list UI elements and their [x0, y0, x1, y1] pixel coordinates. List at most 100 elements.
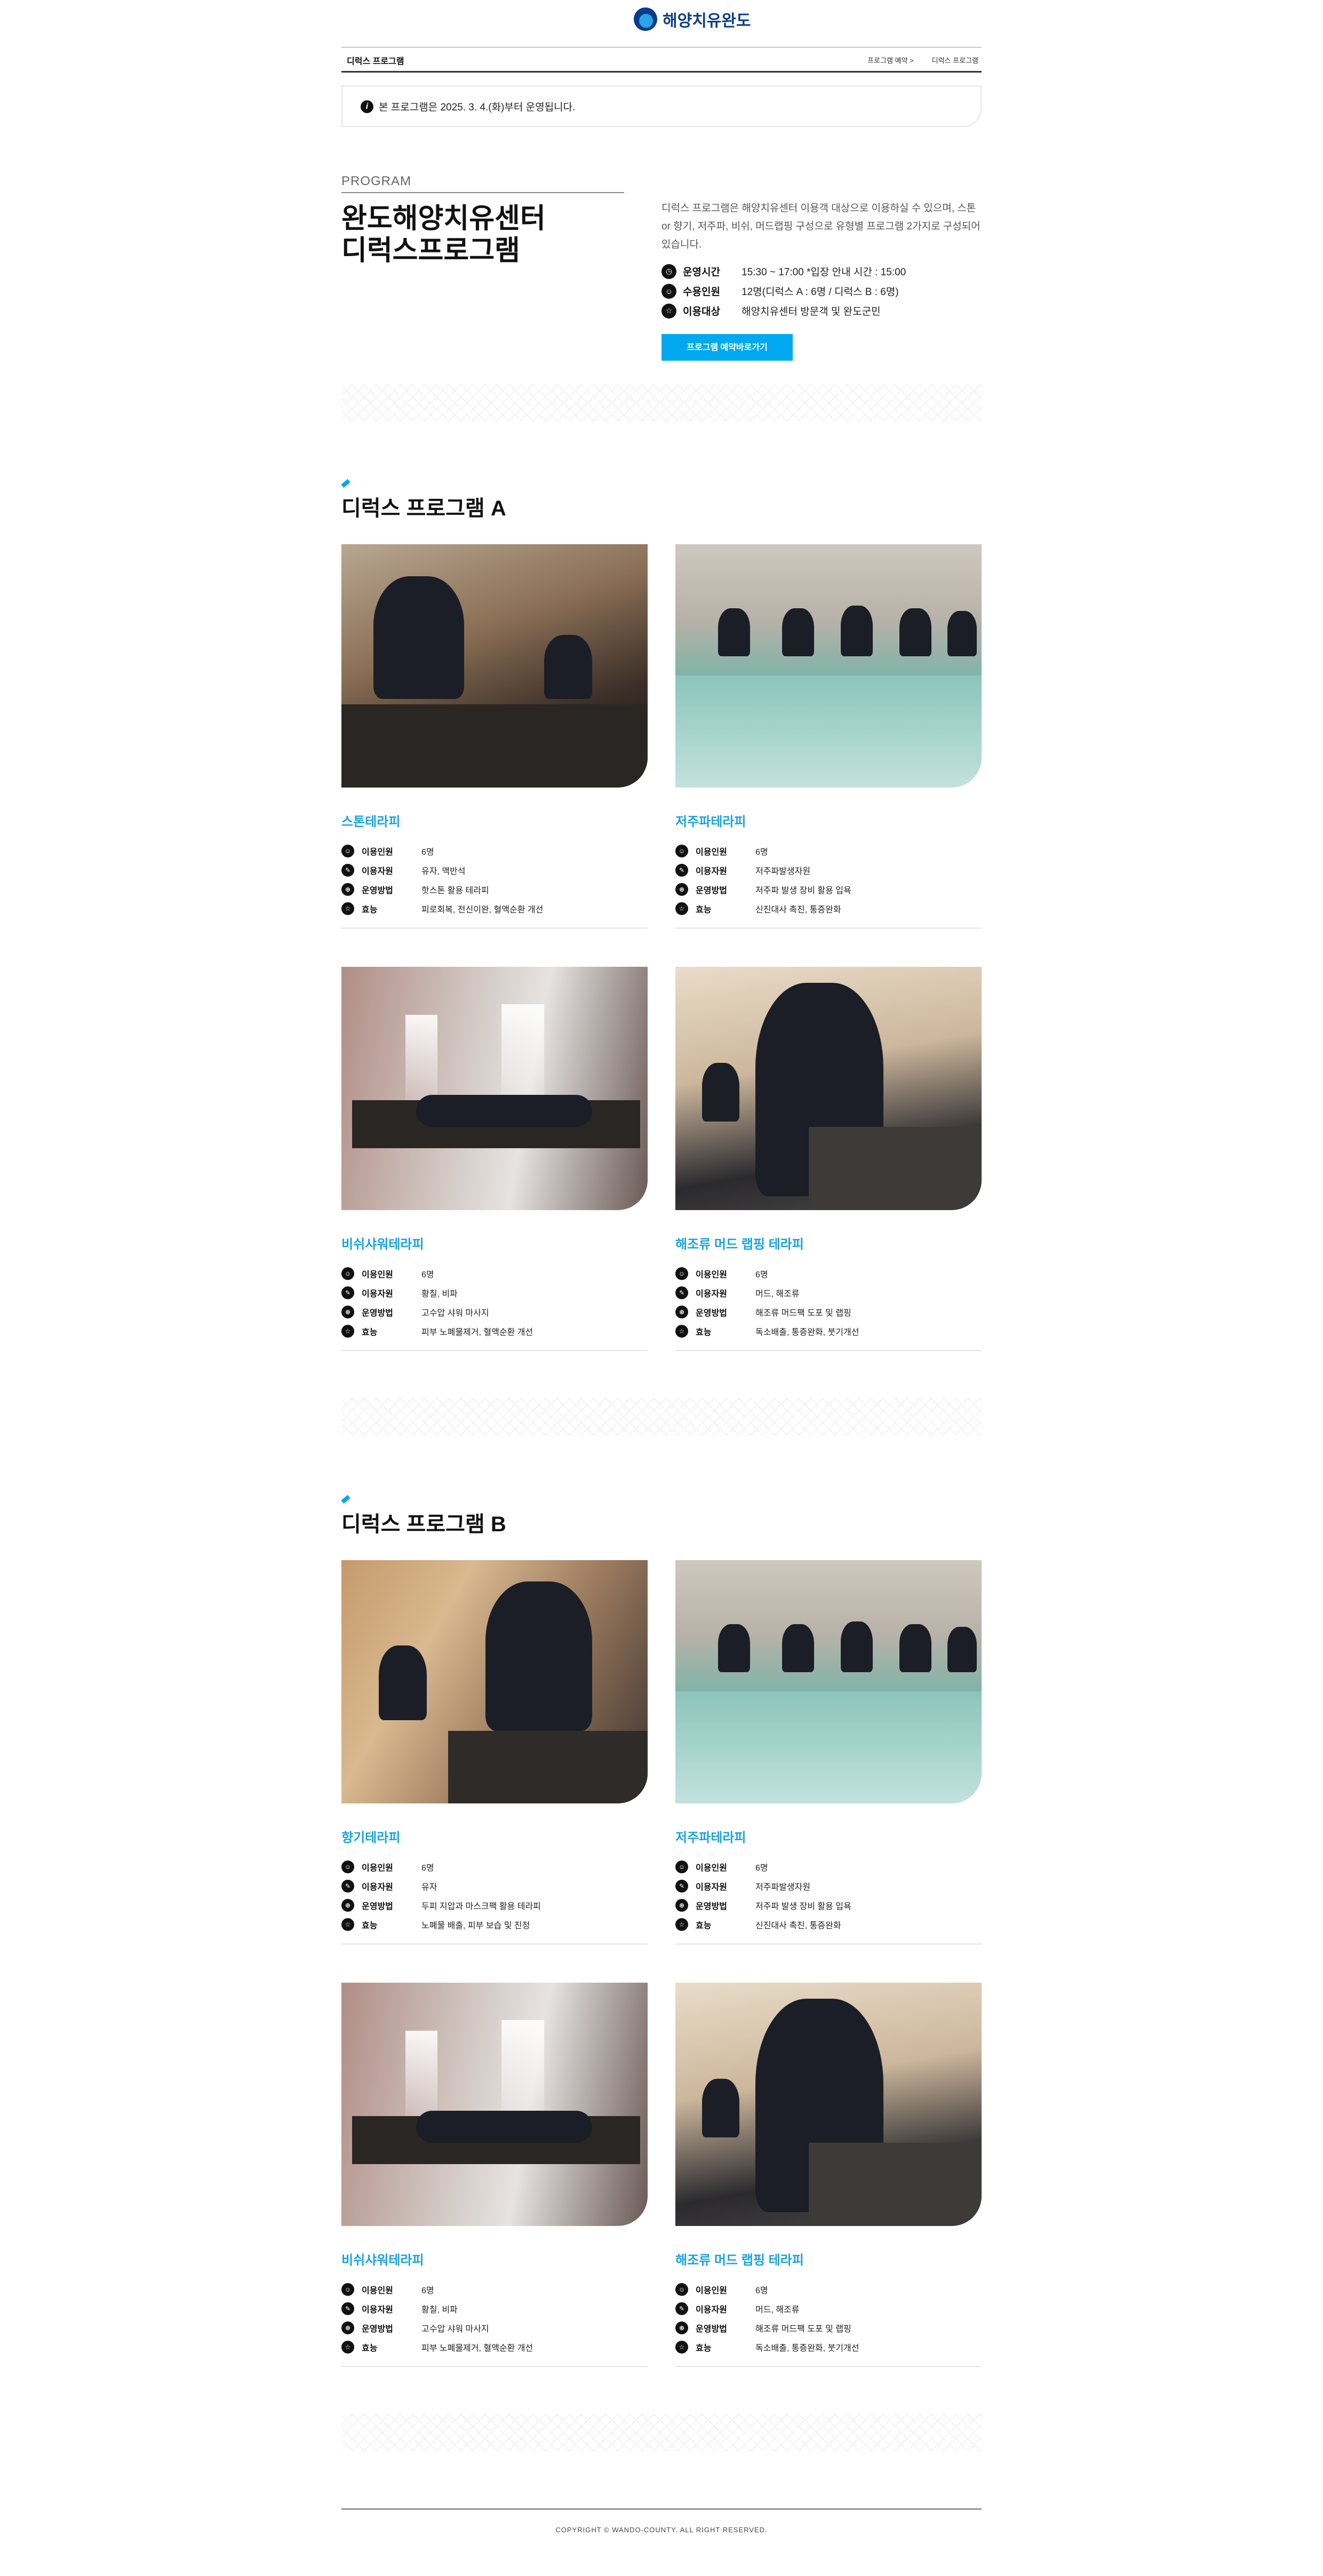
spec-value: 저주파발생자원 [755, 867, 811, 876]
spec-row: ⊕ 운영방법 해조류 머드팩 도포 및 랩핑 [675, 1302, 982, 1322]
person-icon: ☺ [341, 1267, 354, 1280]
spec-value: 핫스톤 활용 테라피 [421, 886, 489, 895]
logo-text: 해양치유완도 [663, 12, 751, 30]
spec-key-label: 이용인원 [362, 848, 393, 857]
spec-value: 6명 [755, 848, 768, 857]
spec-row: ⊕ 운영방법 핫스톤 활용 테라피 [341, 880, 648, 899]
page-title: 완도해양치유센터 디럭스프로그램 [341, 203, 619, 267]
therapy-title: 비쉬샤워테라피 [341, 1237, 424, 1252]
spec-key-label: 효능 [362, 905, 378, 915]
therapy-spec-list: ☺ 이용인원 6명 ✎ 이용자원 저주파발생자원 ⊕ 운영방법 저주파 발생 장비 활용 입욕 ☆… [675, 1857, 982, 1934]
effect-icon: ☆ [675, 2341, 688, 2354]
therapy-spec-list: ☺ 이용인원 6명 ✎ 이용자원 황칠, 비파 ⊕ 운영방법 고수압 샤워 마사지 ☆ 효능 피부 노… [341, 2280, 648, 2357]
spec-key-label: 이용인원 [696, 1270, 727, 1279]
person-icon: ☺ [675, 1861, 688, 1873]
therapy-spec-list: ☺ 이용인원 6명 ✎ 이용자원 머드, 해조류 ⊕ 운영방법 해조류 머드팩 도포 및 랩핑 ☆… [675, 2280, 982, 2357]
therapy-card: 저주파테라피 ☺ 이용인원 6명 ✎ 이용자원 저주파발생자원 ⊕ 운영방법 저주파 발생 장비 … [675, 1560, 982, 1944]
spec-row: ☆ 효능 노폐물 배출, 피부 보습 및 진정 [341, 1915, 648, 1934]
effect-icon: ☆ [675, 1325, 688, 1338]
method-icon: ⊕ [341, 883, 354, 896]
spec-key-label: 이용인원 [362, 1864, 393, 1873]
therapy-card: 비쉬샤워테라피 ☺ 이용인원 6명 ✎ 이용자원 황칠, 비파 ⊕ 운영방법 고수압 샤워 마사지… [341, 967, 648, 1351]
spec-key-label: 운영방법 [696, 2325, 727, 2334]
spec-value: 6명 [755, 1864, 768, 1873]
spec-row: ✎ 이용자원 유자 [341, 1877, 648, 1896]
spec-value: 노폐물 배출, 피부 보습 및 진정 [421, 1921, 530, 1930]
spec-row: ⊕ 운영방법 고수압 샤워 마사지 [341, 2318, 648, 2338]
spec-value: 신진대사 촉진, 통증완화 [755, 905, 841, 915]
site-logo[interactable]: 해양치유완도 [634, 7, 751, 31]
spec-row: ☆ 효능 피부 노폐물제거, 혈액순환 개선 [341, 2338, 648, 2357]
spec-key-label: 이용자원 [362, 867, 393, 876]
intro-label: PROGRAM [341, 174, 412, 188]
spec-key-label: 이용인원 [696, 2286, 727, 2295]
spec-row: ✎ 이용자원 머드, 해조류 [675, 2299, 982, 2318]
logo-mark-icon [634, 7, 657, 31]
spec-key-label: 이용인원 [696, 848, 727, 857]
spec-value: 피로회복, 전신이완, 혈액순환 개선 [421, 905, 544, 915]
spec-row: ✎ 이용자원 유자, 맥반석 [341, 861, 648, 880]
breadcrumb: 프로그램 예약 > 디럭스 프로그램 [867, 55, 978, 65]
spec-value: 6명 [755, 2286, 768, 2295]
breadcrumb-reservation-link[interactable]: 프로그램 예약 > [867, 55, 914, 65]
info-value-capacity: 12명(디럭스 A : 6명 / 디럭스 B : 6명) [742, 287, 899, 298]
spec-value: 머드, 해조류 [755, 2305, 800, 2315]
card-divider [675, 2366, 982, 2367]
spec-row: ⊕ 운영방법 해조류 머드팩 도포 및 랩핑 [675, 2318, 982, 2338]
therapy-title: 스톤테라피 [341, 815, 401, 829]
section-mark-icon [341, 1494, 350, 1504]
spec-value: 유자, 맥반석 [421, 867, 466, 876]
person-icon: ☺ [662, 283, 676, 299]
spec-key-label: 효능 [362, 2344, 378, 2353]
resource-icon: ✎ [341, 1880, 354, 1893]
info-value-hours: 15:30 ~ 17:00 *입장 안내 시간 : 15:00 [742, 267, 906, 278]
effect-icon: ☆ [341, 1918, 354, 1931]
spec-row: ☆ 효능 신진대사 촉진, 통증완화 [675, 1915, 982, 1934]
spec-row: ☆ 효능 독소배출, 통증완화, 붓기개선 [675, 2338, 982, 2357]
reserve-program-button[interactable]: 프로그램 예약바로가기 [662, 334, 793, 361]
spec-row: ☺ 이용인원 6명 [675, 841, 982, 861]
spec-key-label: 운영방법 [696, 1902, 727, 1911]
therapy-photo [675, 967, 982, 1210]
spec-key-label: 운영방법 [362, 886, 393, 895]
spec-value: 피부 노폐물제거, 혈액순환 개선 [421, 2344, 533, 2353]
spec-key-label: 이용자원 [696, 1290, 727, 1299]
method-icon: ⊕ [675, 1306, 688, 1318]
info-key-target: 이용대상 [683, 306, 720, 317]
resource-icon: ✎ [675, 2302, 688, 2315]
info-key-capacity: 수용인원 [683, 287, 720, 298]
info-row-hours: ◷ 운영시간 15:30 ~ 17:00 *입장 안내 시간 : 15:00 [662, 261, 982, 281]
spec-row: ☺ 이용인원 6명 [675, 1264, 982, 1283]
spec-value: 6명 [421, 848, 434, 857]
spec-row: ⊕ 운영방법 저주파 발생 장비 활용 입욕 [675, 880, 982, 899]
therapy-card: 해조류 머드 랩핑 테라피 ☺ 이용인원 6명 ✎ 이용자원 머드, 해조류 ⊕ 운영방법 해조류… [675, 967, 982, 1351]
spec-row: ☆ 효능 피부 노폐물제거, 혈액순환 개선 [341, 1322, 648, 1341]
info-value-target: 해양치유센터 방문객 및 완도군민 [742, 306, 881, 317]
therapy-title: 저주파테라피 [675, 815, 746, 829]
spec-key-label: 이용인원 [362, 1270, 393, 1279]
therapy-spec-list: ☺ 이용인원 6명 ✎ 이용자원 황칠, 비파 ⊕ 운영방법 고수압 샤워 마사지 ☆ 효능 피부 노… [341, 1264, 648, 1341]
therapy-title: 향기테라피 [341, 1831, 401, 1845]
spec-key-label: 이용자원 [362, 1290, 393, 1299]
spec-key-label: 이용자원 [696, 867, 727, 876]
therapy-card: 스톤테라피 ☺ 이용인원 6명 ✎ 이용자원 유자, 맥반석 ⊕ 운영방법 핫스톤 활용 테라피 ☆… [341, 544, 648, 928]
spec-row: ☺ 이용인원 6명 [341, 1857, 648, 1877]
wave-divider [341, 1398, 982, 1435]
spec-value: 독소배출, 통증완화, 붓기개선 [755, 2344, 859, 2353]
spec-value: 황칠, 비파 [421, 2305, 458, 2315]
person-icon: ☺ [675, 2283, 688, 2296]
spec-row: ✎ 이용자원 저주파발생자원 [675, 1877, 982, 1896]
spec-value: 두피 지압과 마스크팩 활용 테라피 [421, 1902, 541, 1911]
card-divider [341, 2366, 648, 2367]
spec-value: 6명 [755, 1270, 768, 1279]
spec-value: 신진대사 촉진, 통증완화 [755, 1921, 841, 1930]
spec-row: ✎ 이용자원 머드, 해조류 [675, 1283, 982, 1302]
notice-text: 본 프로그램은 2025. 3. 4.(화)부터 운영됩니다. [379, 102, 576, 113]
therapy-spec-list: ☺ 이용인원 6명 ✎ 이용자원 유자 ⊕ 운영방법 두피 지압과 마스크팩 활용 테라피 ☆ 효능… [341, 1857, 648, 1934]
spec-value: 6명 [421, 2286, 434, 2295]
section-mark-icon [341, 479, 350, 488]
page-nav-bar: 디럭스 프로그램 프로그램 예약 > 디럭스 프로그램 [341, 47, 982, 73]
footer-copyright: COPYRIGHT © WANDO-COUNTY. ALL RIGHT RESE… [555, 2526, 768, 2534]
breadcrumb-deluxe-link[interactable]: 디럭스 프로그램 [932, 55, 978, 65]
therapy-photo [675, 1983, 982, 2226]
